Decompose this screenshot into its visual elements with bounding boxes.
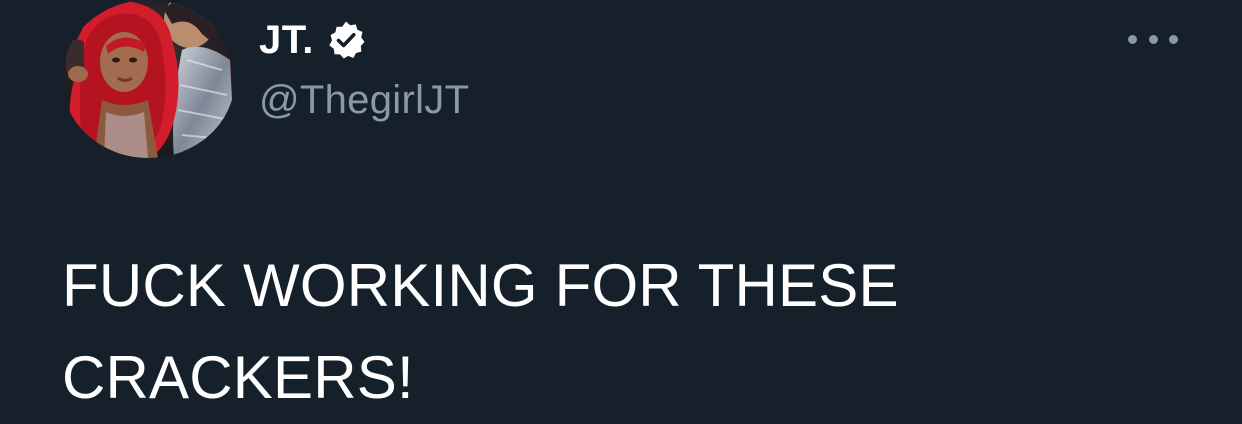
avatar[interactable] <box>62 0 235 158</box>
display-name[interactable]: JT. <box>259 20 314 60</box>
tweet-card: JT. @ThegirlJT FUCK WORKING FOR THESE CR… <box>0 0 1242 413</box>
more-options-icon[interactable] <box>1128 24 1178 54</box>
author-name-row[interactable]: JT. <box>259 12 366 68</box>
more-dot <box>1148 34 1158 44</box>
author-handle[interactable]: @ThegirlJT <box>259 80 469 120</box>
more-dot <box>1128 34 1137 44</box>
more-dot <box>1169 34 1178 44</box>
verified-badge-icon <box>326 20 366 60</box>
avatar-image <box>62 0 235 158</box>
tweet-text: FUCK WORKING FOR THESE CRACKERS! <box>62 252 899 411</box>
